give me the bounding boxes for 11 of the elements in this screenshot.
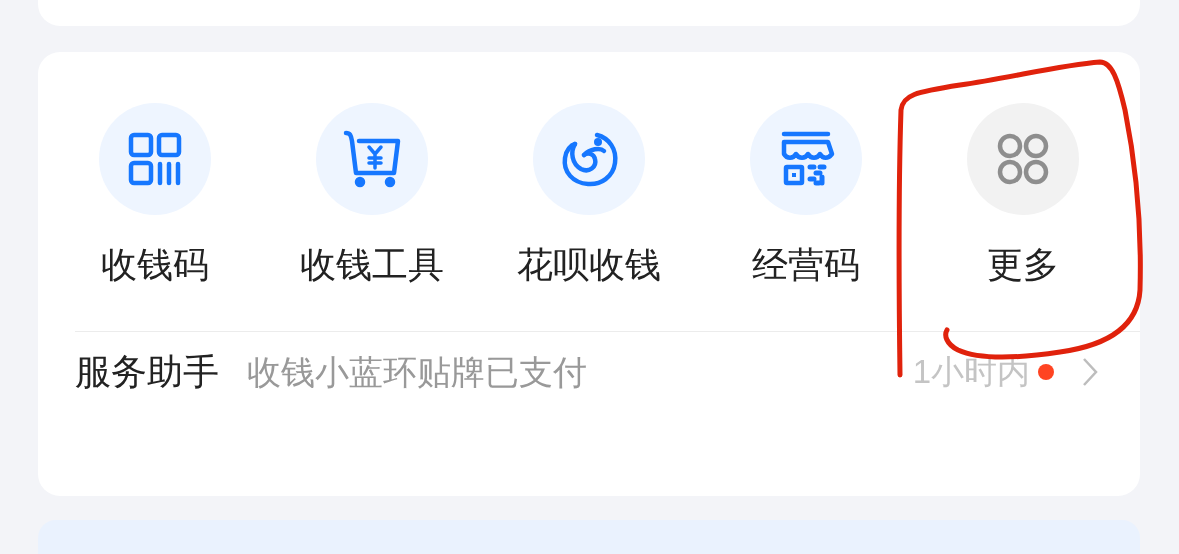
cart-icon [341, 129, 402, 189]
shortcut-button[interactable]: 收钱码 [46, 103, 264, 289]
shortcut-button[interactable]: 更多 [914, 103, 1132, 289]
service-title: 服务助手 [75, 350, 219, 394]
shortcut-button[interactable]: 收钱工具 [263, 103, 481, 289]
chevron-right-icon[interactable] [1082, 357, 1098, 387]
shortcut-button[interactable]: 经营码 [697, 103, 915, 289]
qr-code-icon [126, 131, 183, 187]
time-label: 1小时内 [912, 352, 1030, 393]
service-message: 收钱小蓝环贴牌已支付 [247, 351, 587, 393]
shortcut-button[interactable]: 花呗收钱 [480, 103, 698, 289]
